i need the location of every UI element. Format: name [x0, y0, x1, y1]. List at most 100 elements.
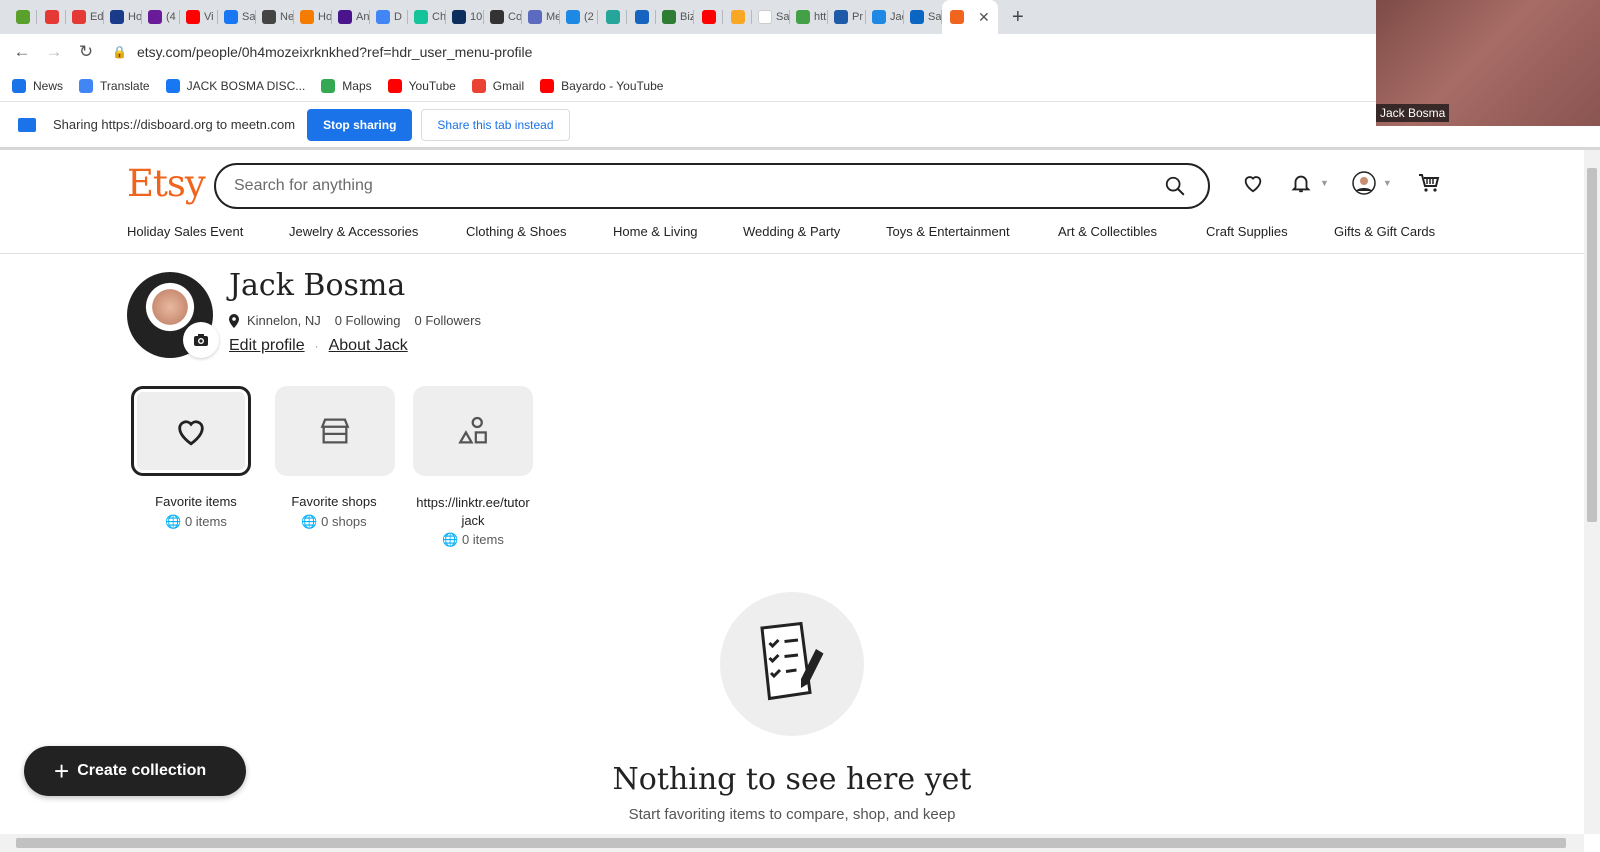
bookmark-label: News	[33, 78, 64, 93]
close-tab-icon[interactable]: ✕	[978, 9, 990, 26]
account-chevron-down-icon[interactable]: ▼	[1383, 178, 1392, 188]
browser-tab[interactable]: D	[370, 0, 408, 34]
etsy-logo[interactable]: Etsy	[127, 162, 206, 205]
etsy-icon	[950, 10, 964, 24]
v-logo-icon	[110, 10, 124, 24]
browser-tab[interactable]: (2	[560, 0, 598, 34]
category-clothing[interactable]: Clothing & Shoes	[466, 224, 566, 239]
camera-icon[interactable]	[183, 322, 219, 358]
gmail-m-icon	[15, 10, 30, 24]
bookmark-label: YouTube	[408, 78, 456, 93]
about-link[interactable]: About Jack	[329, 337, 408, 355]
favorites-heart-icon[interactable]	[1240, 170, 1266, 196]
browser-tab[interactable]: Jac	[866, 0, 904, 34]
bookmark-item[interactable]: YouTube	[387, 78, 456, 93]
create-collection-button[interactable]: + Create collection	[24, 746, 246, 796]
linktree-collection-label[interactable]: https://linktr.ee/tutorjack	[398, 494, 548, 530]
horizontal-scrollbar[interactable]	[0, 834, 1584, 852]
red-circle-icon	[72, 10, 86, 24]
browser-tab[interactable]: ✕	[942, 0, 998, 34]
linktree-collection-tile[interactable]	[413, 386, 533, 476]
lock-icon: 🔒	[112, 45, 127, 59]
new-tab-button[interactable]: +	[1012, 6, 1024, 29]
category-holiday-sales[interactable]: Holiday Sales Event	[127, 224, 243, 239]
bookmark-item[interactable]: Maps	[321, 78, 372, 93]
browser-tab[interactable]: Ed	[66, 0, 104, 34]
browser-tab[interactable]: Ch	[408, 0, 446, 34]
browser-tab[interactable]: Ho	[294, 0, 332, 34]
browser-tab[interactable]: Ne	[256, 0, 294, 34]
bookmark-item[interactable]: Translate	[79, 78, 150, 93]
record-icon	[44, 10, 59, 24]
browser-tab[interactable]: An	[332, 0, 370, 34]
profile-links: Edit profile · About Jack	[229, 337, 408, 355]
share-this-tab-button[interactable]: Share this tab instead	[421, 108, 570, 141]
bell-chevron-down-icon[interactable]: ▼	[1320, 178, 1329, 188]
tab-title: Biz	[680, 11, 694, 23]
browser-tab[interactable]: Biz	[656, 0, 694, 34]
horizontal-scroll-thumb[interactable]	[16, 838, 1566, 848]
cart-icon[interactable]	[1416, 170, 1442, 196]
browser-tab[interactable]: 10	[446, 0, 484, 34]
browser-tab[interactable]: Sa	[218, 0, 256, 34]
bookmark-item[interactable]: News	[12, 78, 64, 93]
vertical-scroll-thumb[interactable]	[1587, 168, 1597, 522]
bookmark-item[interactable]: Bayardo - YouTube	[540, 78, 664, 93]
profile-location: Kinnelon, NJ	[247, 313, 321, 328]
category-wedding[interactable]: Wedding & Party	[743, 224, 840, 239]
search-icon[interactable]	[1164, 175, 1186, 197]
browser-tab[interactable]: (4	[142, 0, 180, 34]
etsy-page: Etsy Search for anything ▼ ▼ Holiday Sal…	[0, 150, 1584, 834]
browser-tab[interactable]: Co	[484, 0, 522, 34]
profile-followers[interactable]: 0 Followers	[414, 313, 480, 328]
search-placeholder: Search for anything	[234, 177, 373, 194]
favorite-shops-label[interactable]: Favorite shops	[259, 494, 409, 509]
browser-tab[interactable]: Ho	[104, 0, 142, 34]
bookmark-favicon-icon	[387, 78, 402, 93]
category-art[interactable]: Art & Collectibles	[1058, 224, 1157, 239]
browser-tab[interactable]	[627, 0, 656, 34]
browser-tab[interactable]: Sa	[904, 0, 942, 34]
browser-tab[interactable]: Vi	[180, 0, 218, 34]
bookmark-item[interactable]: Gmail	[471, 78, 524, 93]
bookmark-item[interactable]: JACK BOSMA DISC...	[165, 78, 305, 93]
user-avatar[interactable]	[1351, 170, 1377, 196]
profile-following[interactable]: 0 Following	[335, 313, 401, 328]
category-home[interactable]: Home & Living	[613, 224, 698, 239]
vertical-scrollbar[interactable]	[1584, 150, 1600, 834]
browser-tab[interactable]	[598, 0, 627, 34]
stop-sharing-button[interactable]: Stop sharing	[307, 108, 413, 141]
category-gifts[interactable]: Gifts & Gift Cards	[1334, 224, 1435, 239]
empty-checklist-illustration	[720, 592, 864, 736]
favorite-items-count-text: 0 items	[184, 514, 227, 529]
favorite-items-label[interactable]: Favorite items	[121, 494, 271, 509]
favorite-shops-tile[interactable]	[275, 386, 395, 476]
linktree-collection-count-text: 0 items	[461, 532, 504, 547]
category-jewelry[interactable]: Jewelry & Accessories	[289, 224, 418, 239]
url-text: etsy.com/people/0h4mozeixrknkhed?ref=hdr…	[136, 44, 533, 60]
notifications-bell-icon[interactable]	[1288, 170, 1314, 196]
back-icon[interactable]: ←	[6, 42, 38, 62]
browser-tab[interactable]	[37, 0, 66, 34]
search-input[interactable]: Search for anything	[214, 163, 1210, 209]
category-craft[interactable]: Craft Supplies	[1206, 224, 1288, 239]
browser-tab[interactable]	[8, 0, 37, 34]
tab-title: An	[356, 11, 370, 23]
bookmark-label: Bayardo - YouTube	[561, 78, 664, 93]
screen-share-icon	[18, 117, 36, 132]
forward-icon[interactable]: →	[38, 42, 70, 62]
browser-tab[interactable]: htt	[790, 0, 828, 34]
reload-icon[interactable]: ↻	[70, 42, 102, 62]
browser-tab[interactable]	[723, 0, 752, 34]
browser-tab[interactable]	[694, 0, 723, 34]
category-toys[interactable]: Toys & Entertainment	[886, 224, 1010, 239]
bookmark-favicon-icon	[540, 78, 555, 93]
browser-tab[interactable]: Pr	[828, 0, 866, 34]
url-field[interactable]: 🔒 etsy.com/people/0h4mozeixrknkhed?ref=h…	[112, 44, 532, 60]
tab-title: Jac	[890, 11, 904, 23]
edit-profile-link[interactable]: Edit profile	[229, 337, 305, 355]
favorite-items-tile[interactable]	[131, 386, 251, 476]
checklist-pencil-icon	[760, 621, 824, 701]
browser-tab[interactable]: Sa	[752, 0, 790, 34]
browser-tab[interactable]: Me	[522, 0, 560, 34]
